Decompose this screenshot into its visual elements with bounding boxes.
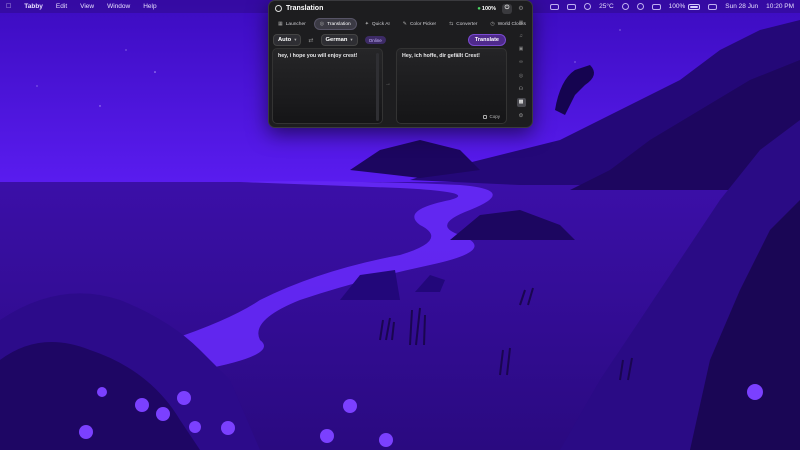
target-icon[interactable]: ◎ xyxy=(517,71,526,80)
target-language-value: German xyxy=(325,37,348,43)
panel-title: Translation xyxy=(286,5,324,12)
arrow-right-icon: → xyxy=(385,81,391,87)
settings-icon[interactable] xyxy=(708,3,718,10)
focus-icon[interactable] xyxy=(636,3,644,10)
tab-launcher[interactable]: ▦ Launcher xyxy=(273,19,311,29)
control-center-icon[interactable] xyxy=(651,3,661,10)
menu-view[interactable]: View xyxy=(80,3,94,10)
tab-bar: ▦ Launcher ◎ Translation ✦ Quick AI ✎ Co… xyxy=(269,16,532,30)
side-toolbar: ▦ ♫ ▣ ∞ ◎ ☊ ▩ ❂ xyxy=(514,18,528,124)
gear-icon[interactable]: ⚙ xyxy=(516,4,526,14)
battery-icon xyxy=(688,3,701,10)
sparkle-icon: ✦ xyxy=(364,21,369,27)
charging-icon: ● xyxy=(477,5,481,12)
eyedropper-icon: ✎ xyxy=(402,21,407,27)
panel-battery: 100% xyxy=(481,5,496,12)
translation-panel: Translation ● 100% ⏻ ⚙ ▦ Launcher ◎ Tran… xyxy=(268,0,533,128)
chevron-down-icon: ▾ xyxy=(294,37,297,42)
source-text: hey, i hope you will enjoy crest! xyxy=(278,53,358,59)
menu-time[interactable]: 10:20 PM xyxy=(766,3,794,10)
menu-help[interactable]: Help xyxy=(143,3,156,10)
tab-converter[interactable]: ⇆ Converter xyxy=(444,19,482,29)
translated-text: Hey, ich hoffe, dir gefällt Crest! xyxy=(402,53,480,59)
menu-bar-left:  Tabby Edit View Window Help xyxy=(6,3,170,10)
music-icon[interactable]: ♫ xyxy=(517,31,526,40)
battery-percent: 100% xyxy=(668,3,686,10)
power-button[interactable]: ⏻ xyxy=(502,3,512,14)
source-language-value: Auto xyxy=(278,37,292,43)
globe-icon: ◎ xyxy=(319,21,325,27)
display-icon[interactable] xyxy=(567,3,577,10)
tab-label: Translation xyxy=(327,21,351,27)
panel-header-right: ● 100% ⏻ ⚙ xyxy=(477,3,526,14)
copy-label: Copy xyxy=(489,114,500,119)
source-text-input[interactable]: hey, i hope you will enjoy crest! xyxy=(272,48,383,124)
globe-icon xyxy=(275,5,282,12)
tab-label: Launcher xyxy=(285,21,306,27)
translated-text-output: Hey, ich hoffe, dir gefällt Crest! Copy xyxy=(396,48,507,124)
translate-tool-icon[interactable]: ▩ xyxy=(516,97,526,107)
source-scrollbar[interactable] xyxy=(376,53,379,121)
menu-edit[interactable]: Edit xyxy=(56,3,67,10)
target-language-select[interactable]: German ▾ xyxy=(320,34,358,46)
apple-logo-icon[interactable]:  xyxy=(6,3,11,10)
clock-icon: ◷ xyxy=(490,21,495,27)
tab-label: Converter xyxy=(456,21,478,27)
compass-icon[interactable]: ❂ xyxy=(517,111,526,120)
menu-app-name[interactable]: Tabby xyxy=(24,3,43,10)
folder-icon[interactable] xyxy=(550,3,560,10)
calendar-icon[interactable]: ▣ xyxy=(517,45,526,54)
layout-icon[interactable]: ▦ xyxy=(517,18,526,27)
copy-button[interactable]: Copy xyxy=(483,114,500,119)
tab-label: Color Picker xyxy=(409,21,437,27)
mode-badge: Online xyxy=(364,36,386,44)
tab-label: Quick AI xyxy=(371,21,390,27)
panel-title-group: Translation xyxy=(275,5,323,12)
tab-quick-ai[interactable]: ✦ Quick AI xyxy=(360,19,395,29)
headphones-icon[interactable]: ☊ xyxy=(517,84,526,93)
tab-color-picker[interactable]: ✎ Color Picker xyxy=(398,19,441,29)
temperature-readout[interactable]: 25°C xyxy=(599,3,614,10)
copy-icon xyxy=(483,114,488,119)
wifi-icon[interactable] xyxy=(621,3,629,10)
link-icon[interactable]: ∞ xyxy=(517,58,526,67)
weather-icon[interactable] xyxy=(584,3,592,10)
menu-date[interactable]: Sun 28 Jun xyxy=(725,3,758,10)
swap-languages-icon[interactable]: ⇄ xyxy=(308,37,313,44)
translate-button[interactable]: Translate xyxy=(467,34,506,46)
chevron-down-icon: ▾ xyxy=(350,37,353,42)
convert-icon: ⇆ xyxy=(449,21,454,27)
tab-translation[interactable]: ◎ Translation xyxy=(313,18,357,30)
panel-header: Translation ● 100% ⏻ ⚙ xyxy=(269,1,532,16)
source-language-select[interactable]: Auto ▾ xyxy=(273,34,302,46)
menu-window[interactable]: Window xyxy=(107,3,130,10)
battery-status[interactable]: 100% xyxy=(669,3,701,10)
grid-icon: ▦ xyxy=(278,21,283,27)
translation-controls: Auto ▾ ⇄ German ▾ Online Translate xyxy=(269,30,532,46)
menu-bar-right: 25°C 100% Sun 28 Jun 10:20 PM xyxy=(542,3,794,10)
